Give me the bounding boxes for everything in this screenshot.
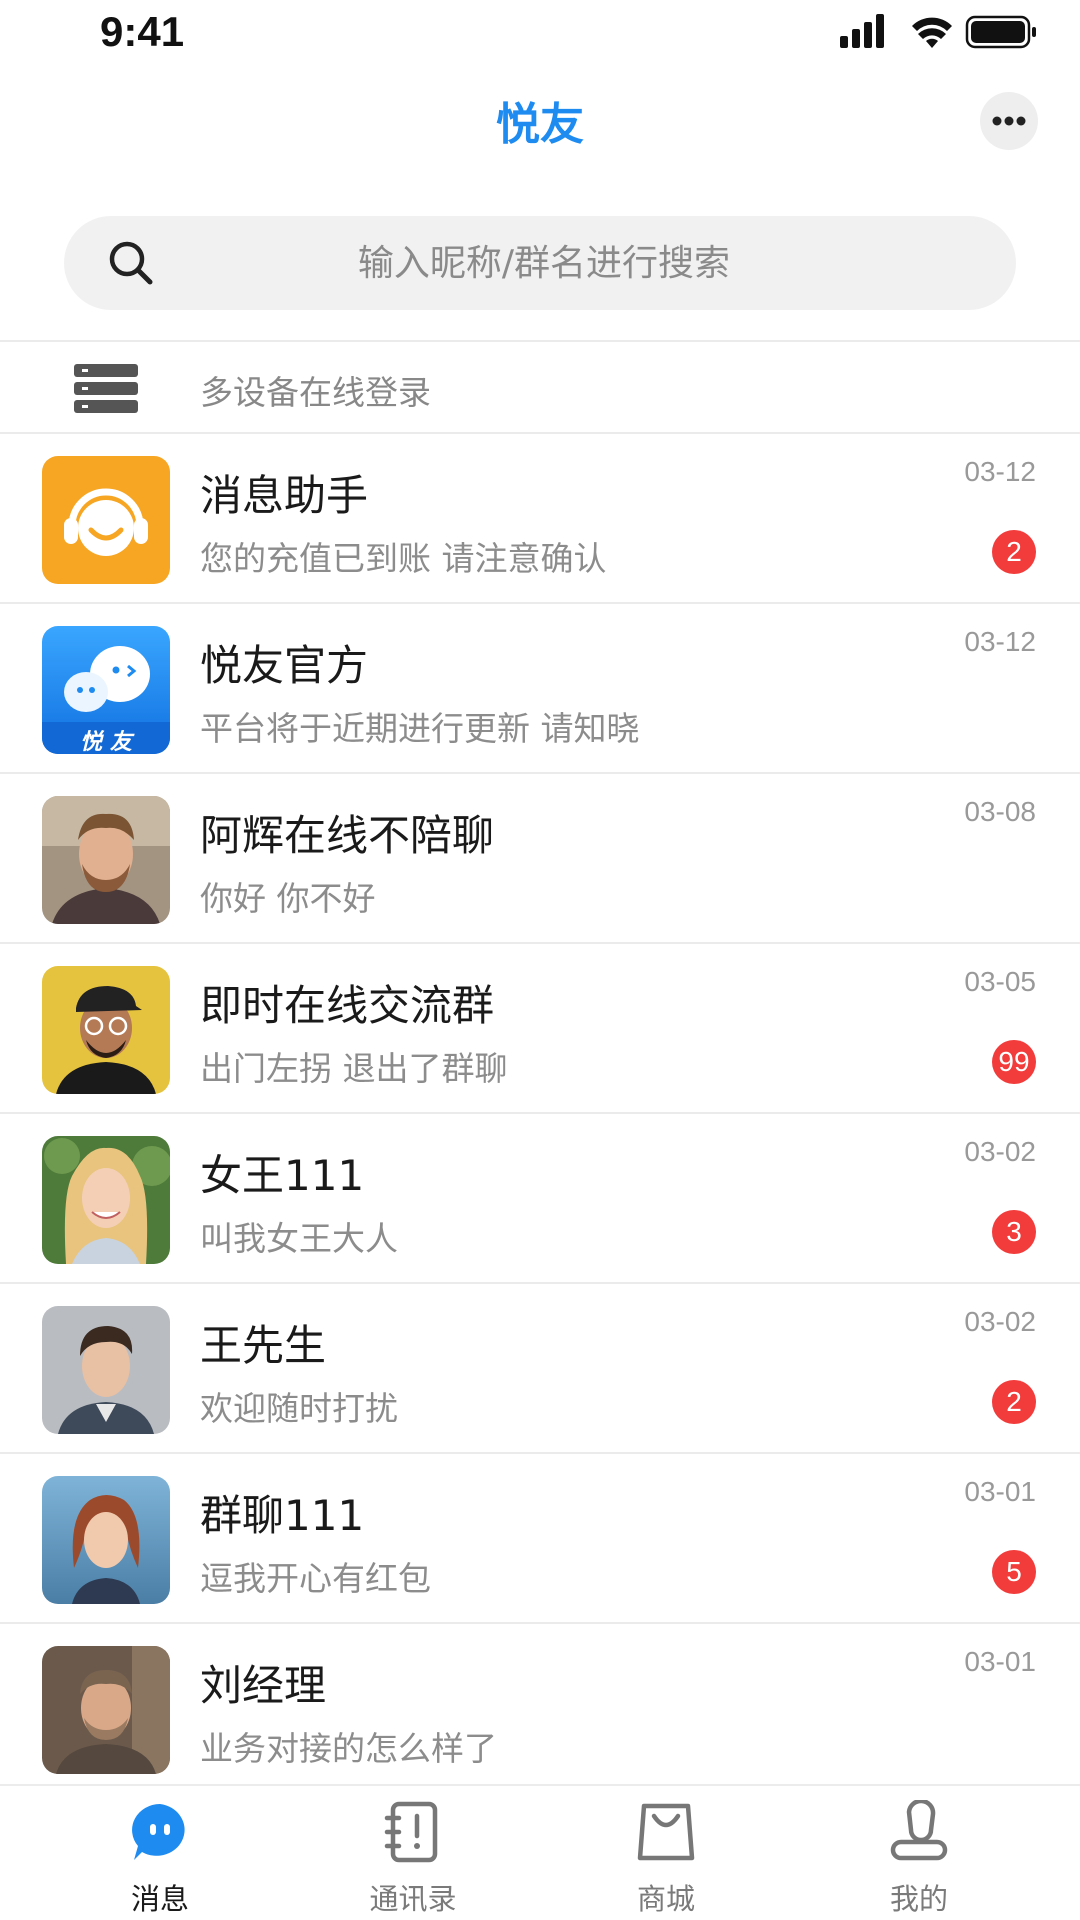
device-login-label: 多设备在线登录	[200, 373, 431, 412]
chat-name: 群聊111	[200, 1491, 365, 1540]
chat-preview: 你好 你不好	[200, 879, 376, 918]
unread-badge: 99	[992, 1040, 1036, 1084]
status-bar: 9:41	[0, 0, 1080, 70]
chat-item-queen[interactable]: 女王111 叫我女王大人 03-02 3	[0, 1114, 1080, 1284]
chat-preview: 欢迎随时打扰	[200, 1389, 398, 1428]
official-logo-avatar: 悦 友	[42, 626, 170, 754]
signal-icon	[840, 14, 884, 48]
server-icon	[74, 364, 138, 413]
chat-name: 阿辉在线不陪聊	[200, 811, 495, 860]
chat-item-mr-wang[interactable]: 王先生 欢迎随时打扰 03-02 2	[0, 1284, 1080, 1454]
tab-mall[interactable]: 商城	[531, 1786, 801, 1920]
chat-name: 悦友官方	[200, 641, 369, 690]
status-icons	[840, 12, 1040, 52]
chat-item-official[interactable]: 悦 友 悦友官方 平台将于近期进行更新 请知晓 03-12	[0, 604, 1080, 774]
unread-badge: 5	[992, 1550, 1036, 1594]
battery-icon	[965, 15, 1036, 49]
chat-time: 03-01	[964, 1476, 1036, 1507]
tab-messages[interactable]: 消息	[25, 1786, 295, 1920]
chat-name: 王先生	[200, 1321, 327, 1370]
user-profile-icon	[890, 1800, 948, 1861]
tab-label: 消息	[130, 1882, 189, 1916]
contacts-book-icon	[384, 1801, 438, 1863]
chat-time: 03-08	[964, 796, 1036, 827]
status-time: 9:41	[100, 8, 185, 55]
chat-preview: 叫我女王大人	[200, 1219, 398, 1258]
search-bar[interactable]	[64, 216, 1016, 310]
man-beard-photo	[42, 796, 170, 924]
chat-item-ahui[interactable]: 阿辉在线不陪聊 你好 你不好 03-08	[0, 774, 1080, 944]
woman-redhead-photo	[42, 1476, 170, 1604]
page-title: 悦友	[496, 99, 584, 150]
chat-item-group-instant[interactable]: 即时在线交流群 出门左拐 退出了群聊 03-05 99	[0, 944, 1080, 1114]
man-shortbeard-photo	[42, 1646, 170, 1774]
chat-time: 03-02	[964, 1136, 1036, 1167]
chat-name: 刘经理	[200, 1661, 327, 1710]
search-input[interactable]	[184, 216, 904, 310]
chat-preview: 出门左拐 退出了群聊	[200, 1049, 508, 1088]
chat-time: 03-01	[964, 1646, 1036, 1677]
chat-bubble-icon	[132, 1804, 185, 1860]
chat-item-manager-liu[interactable]: 刘经理 业务对接的怎么样了 03-01	[0, 1624, 1080, 1794]
chat-time: 03-02	[964, 1306, 1036, 1337]
chat-name: 消息助手	[200, 471, 369, 520]
tab-label: 我的	[889, 1882, 948, 1916]
tab-profile[interactable]: 我的	[784, 1786, 1054, 1920]
more-button[interactable]	[980, 92, 1038, 150]
chat-preview: 平台将于近期进行更新 请知晓	[200, 709, 640, 748]
woman-blonde-photo	[42, 1136, 170, 1264]
chat-list-screen: 9:41 悦友 输入昵称/群名进行搜索 多设备在线登录 消息助手 您的充值已到账…	[0, 0, 1080, 1920]
unread-badge: 2	[992, 530, 1036, 574]
chat-preview: 您的充值已到账 请注意确认	[200, 539, 607, 578]
chat-time: 03-12	[964, 456, 1036, 487]
tab-contacts[interactable]: 通讯录	[278, 1786, 548, 1920]
chat-item-group-111[interactable]: 群聊111 逗我开心有红包 03-01 5	[0, 1454, 1080, 1624]
bottom-tab-bar: 消息 通讯录 商城 我的	[0, 1784, 1080, 1920]
unread-badge: 2	[992, 1380, 1036, 1424]
tab-label: 商城	[636, 1882, 695, 1916]
chat-item-assistant[interactable]: 消息助手 您的充值已到账 请注意确认 03-12 2	[0, 434, 1080, 604]
man-cap-photo	[42, 966, 170, 1094]
shopping-bag-icon	[637, 1803, 695, 1861]
chat-name: 女王111	[200, 1151, 365, 1200]
chat-time: 03-05	[964, 966, 1036, 997]
official-logo-text: 悦 友	[80, 730, 132, 754]
unread-badge: 3	[992, 1210, 1036, 1254]
chat-name: 即时在线交流群	[200, 981, 495, 1030]
wifi-icon	[912, 17, 952, 48]
chat-preview: 逗我开心有红包	[200, 1559, 431, 1598]
search-icon	[109, 241, 153, 285]
more-dots-icon	[992, 116, 1026, 126]
chat-time: 03-12	[964, 626, 1036, 657]
assistant-headset-avatar	[42, 456, 170, 584]
man-young-photo	[42, 1306, 170, 1434]
tab-label: 通讯录	[369, 1882, 457, 1916]
multi-device-login-row[interactable]: 多设备在线登录	[0, 342, 1080, 432]
chat-preview: 业务对接的怎么样了	[200, 1729, 497, 1768]
